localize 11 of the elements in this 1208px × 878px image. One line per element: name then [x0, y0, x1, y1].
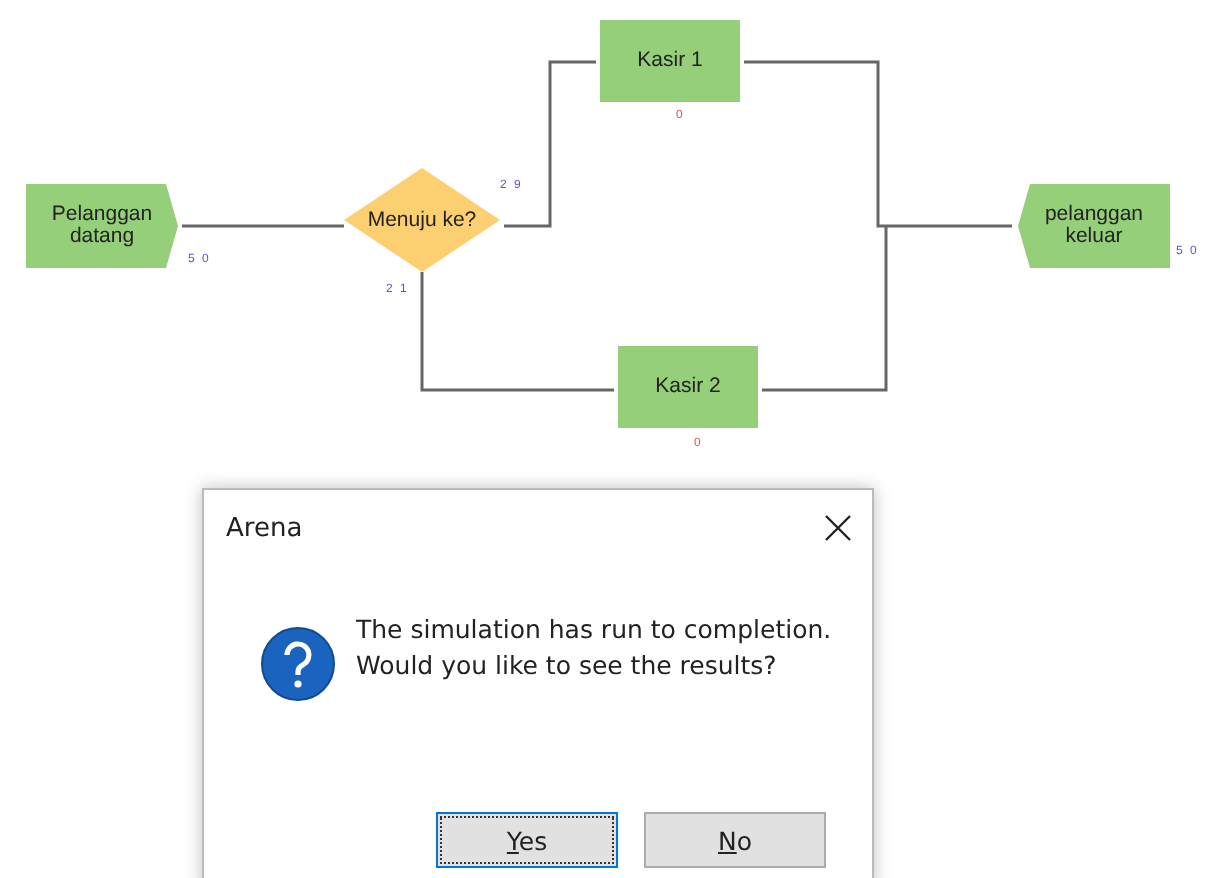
no-button[interactable]: No	[644, 812, 826, 868]
decision-node: Menuju ke?	[344, 168, 500, 272]
module-node: Kasir 2	[618, 346, 758, 428]
question-icon	[260, 626, 336, 702]
module-node: Pelanggan datang	[26, 184, 178, 268]
message-text: The simulation has run to completion. Would you like to see the results?	[356, 612, 832, 684]
yes-button[interactable]: Yes	[436, 812, 618, 868]
dialog-title: Arena	[226, 513, 303, 543]
module-node: Kasir 1	[600, 20, 740, 102]
module-node: pelanggan keluar	[1018, 184, 1170, 268]
close-icon[interactable]	[824, 514, 852, 542]
